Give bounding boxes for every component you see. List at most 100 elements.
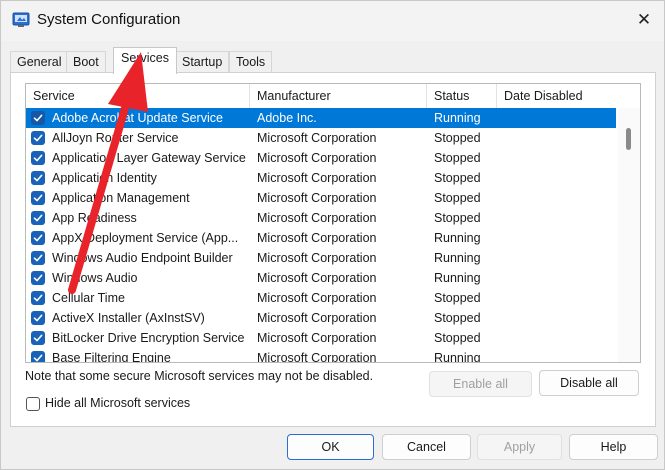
hide-microsoft-services-checkbox[interactable] [26,397,40,411]
service-row[interactable]: Windows Audio Microsoft Corporation Runnin… [26,268,616,288]
service-checkbox[interactable] [31,131,45,145]
checkmark-icon [33,354,43,362]
title-bar[interactable]: System Configuration ✕ [1,1,664,41]
checkmark-icon [33,114,43,122]
disable-all-button[interactable]: Disable all [539,370,639,396]
column-header-date-disabled[interactable]: Date Disabled [497,84,618,108]
secure-services-note: Note that some secure Microsoft services… [25,369,374,383]
service-name: AllJoyn Router Service [52,131,179,145]
service-checkbox[interactable] [31,111,45,125]
tab-general[interactable]: General [10,51,69,73]
service-name: Base Filtering Engine [52,351,171,363]
apply-button[interactable]: Apply [477,434,562,460]
service-status: Stopped [434,311,481,325]
service-status: Running [434,351,481,363]
service-status: Running [434,271,481,285]
service-name: Application Layer Gateway Service [52,151,246,165]
service-checkbox[interactable] [31,151,45,165]
service-checkbox[interactable] [31,211,45,225]
system-configuration-window: System Configuration ✕ General Boot Serv… [0,0,665,470]
service-row[interactable]: ActiveX Installer (AxInstSV) Microsoft Co… [26,308,616,328]
service-name: Windows Audio [52,271,138,285]
service-name: Application Identity [52,171,157,185]
column-header-manufacturer[interactable]: Manufacturer [250,84,427,108]
service-status: Running [434,111,481,125]
service-row[interactable]: Application Identity Microsoft Corporatio… [26,168,616,188]
service-manufacturer: Microsoft Corporation [257,211,377,225]
service-checkbox[interactable] [31,271,45,285]
service-checkbox[interactable] [31,251,45,265]
service-status: Stopped [434,211,481,225]
checkmark-icon [33,194,43,202]
service-manufacturer: Microsoft Corporation [257,151,377,165]
tab-startup[interactable]: Startup [175,51,230,73]
service-row[interactable]: Base Filtering Engine Microsoft Corporati… [26,348,616,363]
checkmark-icon [33,154,43,162]
service-checkbox[interactable] [31,171,45,185]
service-manufacturer: Microsoft Corporation [257,351,377,363]
service-name: Windows Audio Endpoint Builder [52,251,233,265]
service-checkbox[interactable] [31,311,45,325]
tab-boot[interactable]: Boot [66,51,106,73]
service-status: Stopped [434,291,481,305]
scrollbar-thumb[interactable] [626,128,631,150]
service-row[interactable]: AppX Deployment Service (App... Microsoft… [26,228,616,248]
service-name: Application Management [52,191,190,205]
enable-all-button[interactable]: Enable all [429,371,532,397]
close-icon: ✕ [636,10,652,29]
services-tab-panel: Service Manufacturer Status Date Disable… [10,72,656,427]
service-row[interactable]: AllJoyn Router Service Microsoft Corporat… [26,128,616,148]
service-manufacturer: Microsoft Corporation [257,191,377,205]
service-status: Running [434,251,481,265]
service-row[interactable]: Application Layer Gateway Service Microso… [26,148,616,168]
tab-services[interactable]: Services [113,47,177,74]
service-name: BitLocker Drive Encryption Service [52,331,245,345]
service-row[interactable]: BitLocker Drive Encryption Service Micros… [26,328,616,348]
msconfig-icon [12,12,30,27]
hide-microsoft-services-label[interactable]: Hide all Microsoft services [45,396,190,410]
service-name: ActiveX Installer (AxInstSV) [52,311,205,325]
window-title: System Configuration [37,11,181,28]
service-checkbox[interactable] [31,351,45,362]
service-row[interactable]: Cellular Time Microsoft Corporation Stoppe… [26,288,616,308]
cancel-button[interactable]: Cancel [382,434,471,460]
close-button[interactable]: ✕ [631,7,657,33]
service-row[interactable]: Windows Audio Endpoint Builder Microsoft … [26,248,616,268]
service-manufacturer: Adobe Inc. [257,111,317,125]
service-manufacturer: Microsoft Corporation [257,271,377,285]
service-manufacturer: Microsoft Corporation [257,171,377,185]
ok-button[interactable]: OK [287,434,374,460]
service-checkbox[interactable] [31,191,45,205]
vertical-scrollbar[interactable] [618,108,640,362]
column-header-status[interactable]: Status [427,84,497,108]
checkmark-icon [33,214,43,222]
checkmark-icon [33,254,43,262]
service-row[interactable]: Adobe Acrobat Update Service Adobe Inc. Ru… [26,108,616,128]
service-checkbox[interactable] [31,331,45,345]
service-status: Stopped [434,171,481,185]
service-name: App Readiness [52,211,137,225]
checkmark-icon [33,274,43,282]
service-manufacturer: Microsoft Corporation [257,331,377,345]
service-manufacturer: Microsoft Corporation [257,291,377,305]
services-rows: Adobe Acrobat Update Service Adobe Inc. Ru… [26,108,616,363]
service-row[interactable]: Application Management Microsoft Corporat… [26,188,616,208]
checkmark-icon [33,314,43,322]
service-name: Cellular Time [52,291,125,305]
service-manufacturer: Microsoft Corporation [257,131,377,145]
service-row[interactable]: App Readiness Microsoft Corporation Stoppe… [26,208,616,228]
column-header-service[interactable]: Service [26,84,250,108]
service-checkbox[interactable] [31,231,45,245]
checkmark-icon [33,234,43,242]
services-list[interactable]: Service Manufacturer Status Date Disable… [25,83,641,363]
service-status: Stopped [434,331,481,345]
checkmark-icon [33,134,43,142]
tab-tools[interactable]: Tools [229,51,273,73]
service-status: Stopped [434,131,481,145]
service-status: Running [434,231,481,245]
checkmark-icon [33,294,43,302]
service-checkbox[interactable] [31,291,45,305]
service-manufacturer: Microsoft Corporation [257,251,377,265]
help-button[interactable]: Help [569,434,658,460]
service-name: AppX Deployment Service (App... [52,231,239,245]
